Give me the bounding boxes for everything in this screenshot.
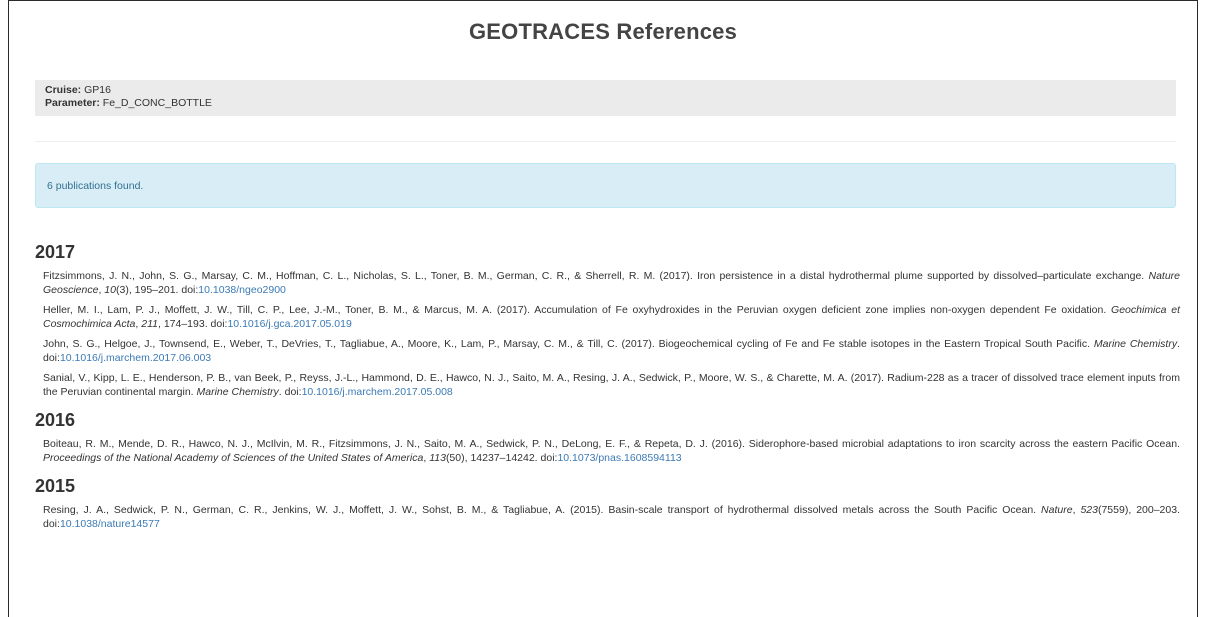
reference-authors-title: Boiteau, R. M., Mende, D. R., Hawco, N. … — [43, 438, 1180, 450]
reference-pages: (3), 195–201. doi: — [115, 284, 199, 296]
parameter-row: Parameter: Fe_D_CONC_BOTTLE — [45, 97, 1166, 110]
cruise-row: Cruise: GP16 — [45, 84, 1166, 97]
doi-link[interactable]: 10.1038/ngeo2900 — [198, 284, 286, 296]
doi-link[interactable]: 10.1016/j.marchem.2017.05.008 — [302, 386, 453, 398]
reference-item: Sanial, V., Kipp, L. E., Henderson, P. B… — [35, 371, 1180, 399]
reference-volume: 211 — [141, 318, 158, 330]
cruise-label: Cruise: — [45, 84, 82, 96]
parameter-label: Parameter: — [45, 97, 100, 109]
reference-volume: 113 — [429, 452, 446, 464]
reference-item: John, S. G., Helgoe, J., Townsend, E., W… — [35, 337, 1180, 365]
cruise-value: GP16 — [84, 84, 111, 96]
reference-volume: 523 — [1080, 504, 1098, 516]
reference-volume: 10 — [104, 284, 116, 296]
reference-authors-title: John, S. G., Helgoe, J., Townsend, E., W… — [43, 338, 1094, 350]
year-heading-2017: 2017 — [35, 242, 76, 262]
reference-journal: Marine Chemistry — [1093, 338, 1178, 350]
doi-link[interactable]: 10.1073/pnas.1608594113 — [557, 452, 681, 464]
references-list: 2017 Fitzsimmons, J. N., John, S. G., Ma… — [35, 241, 1180, 537]
reference-journal: Marine Chemistry — [196, 386, 279, 398]
reference-authors-title: Heller, M. I., Lam, P. J., Moffett, J. W… — [43, 304, 1112, 316]
doi-link[interactable]: 10.1038/nature14577 — [60, 518, 160, 530]
page-frame: GEOTRACES References Cruise: GP16 Parame… — [8, 0, 1198, 617]
query-info-box: Cruise: GP16 Parameter: Fe_D_CONC_BOTTLE — [35, 80, 1176, 116]
doi-link[interactable]: 10.1016/j.marchem.2017.06.003 — [60, 352, 211, 364]
reference-authors-title: Resing, J. A., Sedwick, P. N., German, C… — [43, 504, 1042, 516]
year-heading-2015: 2015 — [35, 476, 76, 496]
reference-pages: , 174–193. doi: — [157, 318, 228, 330]
reference-item: Resing, J. A., Sedwick, P. N., German, C… — [35, 503, 1180, 531]
reference-journal: Proceedings of the National Academy of S… — [43, 452, 424, 464]
parameter-value: Fe_D_CONC_BOTTLE — [102, 97, 212, 109]
reference-authors-title: Fitzsimmons, J. N., John, S. G., Marsay,… — [43, 270, 1149, 282]
divider — [35, 141, 1176, 142]
reference-item: Fitzsimmons, J. N., John, S. G., Marsay,… — [35, 269, 1180, 297]
results-count-text: 6 publications found. — [47, 180, 144, 192]
reference-item: Heller, M. I., Lam, P. J., Moffett, J. W… — [35, 303, 1180, 331]
doi-link[interactable]: 10.1016/j.gca.2017.05.019 — [227, 318, 351, 330]
reference-separator: . doi: — [278, 386, 302, 398]
results-count-alert: 6 publications found. — [35, 163, 1176, 208]
year-heading-2016: 2016 — [35, 410, 76, 430]
reference-item: Boiteau, R. M., Mende, D. R., Hawco, N. … — [35, 437, 1180, 465]
reference-journal: Nature — [1041, 504, 1073, 516]
page-title: GEOTRACES References — [468, 19, 738, 44]
reference-pages: (50), 14237–14242. doi: — [445, 452, 558, 464]
